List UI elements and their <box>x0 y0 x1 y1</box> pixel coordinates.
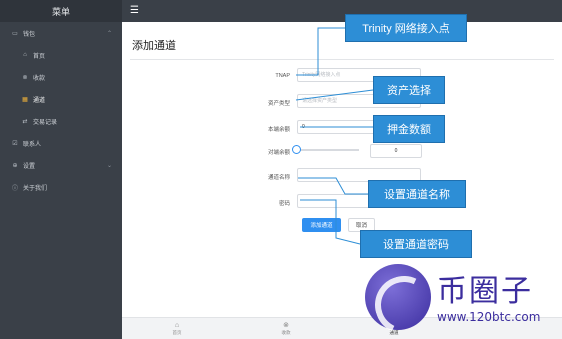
contacts-icon: ☑ <box>12 140 18 147</box>
tab-label: 收款 <box>281 330 291 335</box>
callout-deposit: 押金数额 <box>373 115 445 143</box>
history-icon: ⇄ <box>22 118 28 125</box>
asset-placeholder: 请选择资产类型 <box>302 98 338 104</box>
sidebar-item-history[interactable]: ⇄ 交易记录 <box>0 110 122 132</box>
receive-icon: ⊗ <box>283 322 289 329</box>
sidebar-item-label: 通道 <box>33 97 46 104</box>
callout-asset: 资产选择 <box>373 76 445 104</box>
watermark-url: www.120btc.com <box>437 310 541 324</box>
tab-home[interactable]: ⌂ 首页 <box>157 318 197 339</box>
page-title: 添加通道 <box>132 40 176 52</box>
peer-deposit-slider-handle[interactable] <box>292 145 301 154</box>
sidebar-item-label: 交易记录 <box>33 119 58 126</box>
sidebar-item-label: 首页 <box>33 53 46 60</box>
hamburger-icon[interactable]: ☰ <box>130 6 139 16</box>
sidebar-item-label: 收款 <box>33 75 46 82</box>
peer-deposit-label: 对端余额 <box>267 150 290 156</box>
watermark-text: 币圈子 <box>437 274 533 309</box>
title-divider <box>130 59 554 60</box>
asset-label: 资产类型 <box>267 101 290 107</box>
peer-deposit-slider-track[interactable] <box>297 149 359 151</box>
tnap-label: TNAP <box>275 73 290 79</box>
callout-channel-password: 设置通道密码 <box>360 230 472 258</box>
sidebar-item-label: 设置 <box>23 163 36 170</box>
password-label: 密码 <box>278 201 290 207</box>
sidebar: 菜单 ▭ 钱包 ⌃ ⌂ 首页 ⊗ 收款 ▦ 通道 ⇄ 交易记录 ☑ 联系人 ⊕ … <box>0 0 122 339</box>
settings-icon: ⊕ <box>12 162 18 169</box>
sidebar-item-wallet[interactable]: ▭ 钱包 ⌃ <box>0 22 122 44</box>
sidebar-item-settings[interactable]: ⊕ 设置 ⌄ <box>0 154 122 176</box>
chevron-down-icon: ⌄ <box>106 162 112 169</box>
peer-deposit-input[interactable]: 0 <box>370 144 422 158</box>
sidebar-item-channel[interactable]: ▦ 通道 <box>0 88 122 110</box>
callout-tnap: Trinity 网络接入点 <box>345 14 467 42</box>
sidebar-item-receive[interactable]: ⊗ 收款 <box>0 66 122 88</box>
sidebar-item-label: 联系人 <box>23 141 42 148</box>
sidebar-item-label: 关于我们 <box>23 185 48 192</box>
home-icon: ⌂ <box>23 52 27 58</box>
watermark-logo-icon <box>365 264 431 330</box>
sidebar-title: 菜单 <box>0 0 122 22</box>
channel-icon: ▦ <box>22 96 28 103</box>
tab-receive[interactable]: ⊗ 收款 <box>266 318 306 339</box>
sidebar-item-contacts[interactable]: ☑ 联系人 <box>0 132 122 154</box>
receive-icon: ⊗ <box>22 74 28 81</box>
deposit-label: 本端余额 <box>267 127 290 133</box>
home-icon: ⌂ <box>174 322 180 329</box>
wallet-icon: ▭ <box>12 30 18 37</box>
chevron-up-icon: ⌃ <box>106 30 112 37</box>
info-icon: ⓘ <box>11 185 18 192</box>
top-bar: ☰ <box>122 0 562 22</box>
callout-channel-name: 设置通道名称 <box>368 180 466 208</box>
sidebar-item-about[interactable]: ⓘ 关于我们 <box>0 176 122 198</box>
screenshot-root: 菜单 ▭ 钱包 ⌃ ⌂ 首页 ⊗ 收款 ▦ 通道 ⇄ 交易记录 ☑ 联系人 ⊕ … <box>0 0 562 339</box>
sidebar-item-label: 钱包 <box>23 31 36 38</box>
watermark: 币圈子 www.120btc.com <box>365 262 561 338</box>
add-channel-button[interactable]: 添加通道 <box>302 218 341 232</box>
sidebar-item-home[interactable]: ⌂ 首页 <box>0 44 122 66</box>
channel-name-label: 通道名称 <box>267 175 290 181</box>
tab-label: 首页 <box>172 330 182 335</box>
